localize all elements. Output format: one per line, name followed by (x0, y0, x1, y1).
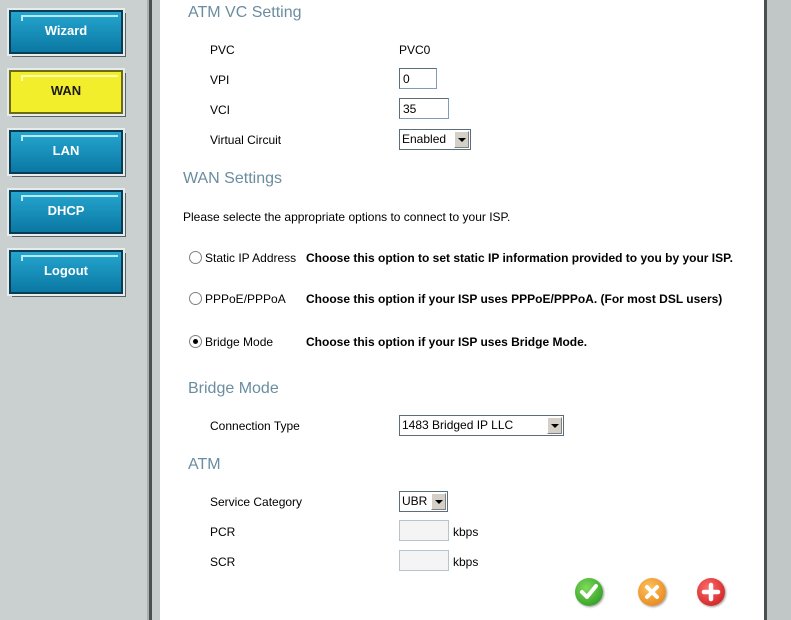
connection-type-select[interactable]: 1483 Bridged IP LLC (399, 415, 564, 436)
nav-wizard-button[interactable]: Wizard (7, 8, 125, 56)
cancel-button[interactable] (638, 578, 666, 606)
pvc-value: PVC0 (399, 43, 431, 57)
nav-wizard-label: Wizard (44, 23, 88, 38)
chevron-down-icon (454, 131, 469, 148)
service-category-label: Service Category (210, 495, 303, 509)
nav-logout-button[interactable]: Logout (7, 248, 125, 296)
atm-section-title: ATM (188, 456, 221, 473)
vpi-label: VPI (210, 73, 230, 87)
connection-type-label: Connection Type (210, 419, 300, 433)
vci-label: VCI (210, 103, 231, 117)
vpi-input[interactable] (399, 68, 437, 89)
static-ip-description: Choose this option to set static IP info… (306, 251, 733, 265)
wan-section-title: WAN Settings (183, 170, 282, 187)
pppoe-label: PPPoE/PPPoA (205, 292, 286, 306)
apply-button[interactable] (575, 578, 603, 606)
nav-logout-label: Logout (43, 263, 89, 278)
help-button[interactable] (697, 578, 725, 606)
virtual-circuit-select[interactable]: Enabled (399, 129, 471, 150)
bridge-mode-label: Bridge Mode (205, 335, 274, 349)
pppoe-radio[interactable] (189, 292, 202, 305)
scr-unit: kbps (453, 555, 479, 569)
service-category-select[interactable]: UBR (399, 491, 448, 512)
atm-vc-section-title: ATM VC Setting (188, 4, 302, 21)
service-category-value: UBR (402, 494, 428, 508)
sidebar: Wizard WAN LAN DHCP Logout (0, 0, 147, 620)
nav-wan-label: WAN (50, 83, 82, 98)
x-circle-icon (645, 585, 659, 599)
static-ip-radio[interactable] (189, 251, 202, 264)
chevron-down-icon (431, 493, 446, 510)
nav-dhcp-button[interactable]: DHCP (7, 188, 125, 236)
right-frame-border (764, 0, 791, 620)
virtual-circuit-label: Virtual Circuit (210, 133, 282, 147)
pcr-label: PCR (210, 525, 236, 539)
nav-wan-button[interactable]: WAN (7, 68, 125, 116)
pppoe-description: Choose this option if your ISP uses PPPo… (306, 292, 723, 306)
bridge-section-title: Bridge Mode (188, 380, 279, 397)
check-circle-icon (580, 584, 598, 599)
plus-circle-icon (701, 582, 721, 602)
nav-lan-button[interactable]: LAN (7, 128, 125, 176)
bridge-mode-description: Choose this option if your ISP uses Brid… (306, 335, 588, 349)
pcr-input[interactable] (399, 520, 449, 541)
virtual-circuit-value: Enabled (402, 132, 447, 146)
nav-dhcp-label: DHCP (47, 203, 85, 218)
chevron-down-icon (547, 417, 562, 434)
wan-intro-text: Please selecte the appropriate options t… (183, 210, 511, 224)
pvc-label: PVC (210, 43, 235, 57)
scr-label: SCR (210, 555, 236, 569)
nav-lan-label: LAN (52, 143, 80, 158)
static-ip-label: Static IP Address (205, 251, 297, 265)
sidebar-divider (147, 0, 165, 620)
vci-input[interactable] (399, 98, 449, 119)
scr-input[interactable] (399, 550, 449, 571)
bridge-mode-radio[interactable] (189, 335, 202, 348)
pcr-unit: kbps (453, 525, 479, 539)
connection-type-value: 1483 Bridged IP LLC (402, 418, 514, 432)
